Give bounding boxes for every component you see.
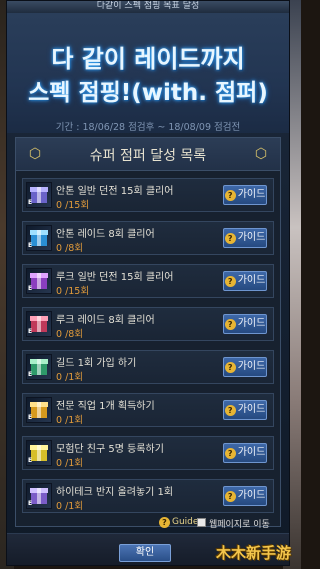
mission-row: E 전문 직업 1개 획득하기 0 /1회? 가이드 <box>22 393 274 427</box>
mission-name: 안톤 일반 던전 15회 클리어 <box>56 186 174 197</box>
gift-box-icon: E <box>26 311 52 337</box>
webpage-link[interactable]: 웹페이지로 이동 <box>209 517 270 530</box>
question-icon: ? <box>224 319 236 330</box>
question-icon: ? <box>224 190 236 201</box>
mission-row: E 하이테크 반지 올려놓기 1회 0 /1회? 가이드 <box>22 479 274 513</box>
mission-name: 루크 레이드 8회 클리어 <box>56 315 155 326</box>
gift-box-icon: E <box>26 225 52 251</box>
mission-progress: 0 /15회 <box>56 200 90 211</box>
mission-progress: 0 /1회 <box>56 501 84 512</box>
guide-button[interactable]: ? 가이드 <box>223 400 267 420</box>
guide-button[interactable]: ? 가이드 <box>223 185 267 205</box>
mission-row: E 길드 1회 가입 하기 0 /1회? 가이드 <box>22 350 274 384</box>
webpage-checkbox[interactable] <box>197 518 206 527</box>
mission-name: 안톤 레이드 8회 클리어 <box>56 229 155 240</box>
mission-row: E 모험단 친구 5명 등록하기 0 /1회? 가이드 <box>22 436 274 470</box>
guide-button-label: 가이드 <box>237 361 266 372</box>
guide-button[interactable]: ? 가이드 <box>223 443 267 463</box>
mission-progress: 0 /15회 <box>56 286 90 297</box>
gift-box-icon: E <box>26 483 52 509</box>
mission-name: 길드 1회 가입 하기 <box>56 358 137 369</box>
guide-button-label: 가이드 <box>237 447 266 458</box>
mission-row: E 안톤 일반 던전 15회 클리어 0 /15회? 가이드 <box>22 178 274 212</box>
watermark: 木木新手游 <box>215 544 291 562</box>
gift-box-icon: E <box>26 182 52 208</box>
question-icon: ? <box>224 362 236 373</box>
gift-box-icon: E <box>26 440 52 466</box>
banner-title-line2: 스펙 점핑!(with. 점퍼) <box>28 80 268 106</box>
panel-header: ⬡ 슈퍼 점퍼 달성 목록 ⬡ <box>16 138 280 171</box>
guide-button-label: 가이드 <box>237 232 266 243</box>
gift-tag: E <box>28 500 33 507</box>
footer-links: ? Guide 웹페이지로 이동 <box>7 517 289 533</box>
event-banner: 다 같이 레이드까지 스펙 점핑!(with. 점퍼) 기간 : 18/06/2… <box>7 13 289 133</box>
mission-name: 하이테크 반지 올려놓기 1회 <box>56 487 174 498</box>
mission-progress: 0 /1회 <box>56 415 84 426</box>
gift-box-icon: E <box>26 268 52 294</box>
event-window: 다같이 스펙 점핑 목표 달성 다 같이 레이드까지 스펙 점핑!(with. … <box>6 0 290 566</box>
guide-link[interactable]: ? Guide <box>159 517 198 528</box>
question-icon: ? <box>224 276 236 287</box>
banner-title-line1: 다 같이 레이드까지 <box>51 45 245 73</box>
question-icon: ? <box>224 233 236 244</box>
question-icon: ? <box>159 517 170 528</box>
gift-tag: E <box>28 371 33 378</box>
mission-progress: 0 /1회 <box>56 458 84 469</box>
gift-tag: E <box>28 457 33 464</box>
guide-button-label: 가이드 <box>237 490 266 501</box>
hexagon-icon-right: ⬡ <box>254 146 268 162</box>
mission-name: 전문 직업 1개 획득하기 <box>56 401 155 412</box>
mission-panel: ⬡ 슈퍼 점퍼 달성 목록 ⬡ E 안톤 일반 던전 15회 클리어 0 /15회?… <box>15 137 281 527</box>
mission-progress: 0 /8회 <box>56 329 84 340</box>
guide-link-label: Guide <box>172 517 199 527</box>
mission-row: E 루크 레이드 8회 클리어 0 /8회? 가이드 <box>22 307 274 341</box>
mission-progress: 0 /8회 <box>56 243 84 254</box>
mission-row: E 안톤 레이드 8회 클리어 0 /8회? 가이드 <box>22 221 274 255</box>
mission-row: E 루크 일반 던전 15회 클리어 0 /15회? 가이드 <box>22 264 274 298</box>
question-icon: ? <box>224 405 236 416</box>
gift-tag: E <box>28 414 33 421</box>
window-titlebar: 다같이 스펙 점핑 목표 달성 <box>7 1 289 13</box>
guide-button-label: 가이드 <box>237 275 266 286</box>
guide-button[interactable]: ? 가이드 <box>223 271 267 291</box>
guide-button[interactable]: ? 가이드 <box>223 357 267 377</box>
gift-box-icon: E <box>26 354 52 380</box>
mission-name: 모험단 친구 5명 등록하기 <box>56 444 164 455</box>
question-icon: ? <box>224 448 236 459</box>
guide-button-label: 가이드 <box>237 318 266 329</box>
gift-tag: E <box>28 328 33 335</box>
guide-button-label: 가이드 <box>237 189 266 200</box>
gift-box-icon: E <box>26 397 52 423</box>
guide-button[interactable]: ? 가이드 <box>223 228 267 248</box>
mission-name: 루크 일반 던전 15회 클리어 <box>56 272 174 283</box>
panel-title: 슈퍼 점퍼 달성 목록 <box>89 148 207 164</box>
event-period: 기간 : 18/06/28 점검후 ~ 18/08/09 점검전 <box>55 122 241 133</box>
question-icon: ? <box>224 491 236 502</box>
guide-button-label: 가이드 <box>237 404 266 415</box>
guide-button[interactable]: ? 가이드 <box>223 486 267 506</box>
gift-tag: E <box>28 285 33 292</box>
gift-tag: E <box>28 199 33 206</box>
guide-button[interactable]: ? 가이드 <box>223 314 267 334</box>
mission-progress: 0 /1회 <box>56 372 84 383</box>
gift-tag: E <box>28 242 33 249</box>
confirm-button[interactable]: 확인 <box>119 544 171 562</box>
